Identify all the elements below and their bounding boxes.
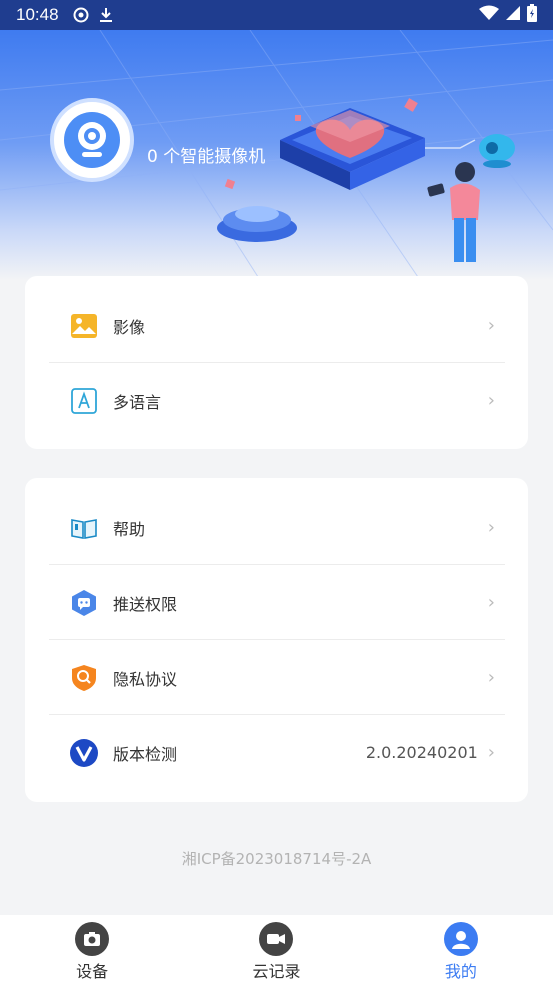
user-icon bbox=[443, 922, 478, 956]
language-icon bbox=[69, 386, 99, 416]
video-icon bbox=[259, 922, 294, 956]
help-book-icon bbox=[69, 513, 99, 543]
chevron-right-icon: › bbox=[487, 667, 495, 688]
menu-item-label: 多语言 bbox=[113, 392, 162, 412]
version-value: 2.0.20240201 bbox=[365, 743, 478, 762]
tab-label: 设备 bbox=[76, 962, 109, 981]
icp-license-text: 湘ICP备2023018714号-2A bbox=[181, 850, 372, 868]
avatar[interactable] bbox=[50, 98, 134, 182]
menu-item-label: 版本检测 bbox=[113, 744, 178, 764]
battery-icon bbox=[527, 3, 537, 27]
menu-item-version-check[interactable]: 版本检测 2.0.20240201 › bbox=[49, 715, 505, 790]
status-bar: 10:48 bbox=[0, 0, 553, 30]
menu-item-label: 推送权限 bbox=[113, 594, 178, 614]
status-time: 10:48 bbox=[16, 5, 59, 24]
menu-item-label: 隐私协议 bbox=[113, 669, 178, 689]
app-notification-icon bbox=[73, 7, 89, 23]
wifi-icon bbox=[479, 5, 499, 26]
signal-icon bbox=[505, 5, 521, 26]
image-icon bbox=[69, 311, 99, 341]
tab-devices[interactable]: 设备 bbox=[0, 915, 184, 984]
menu-item-image[interactable]: 影像 › bbox=[49, 288, 505, 363]
camera-icon bbox=[75, 922, 110, 956]
chevron-right-icon: › bbox=[487, 390, 495, 411]
menu-item-privacy[interactable]: 隐私协议 › bbox=[49, 640, 505, 715]
privacy-shield-icon bbox=[69, 663, 99, 693]
version-check-icon bbox=[69, 738, 99, 768]
menu-item-push-permission[interactable]: 推送权限 › bbox=[49, 565, 505, 640]
push-permission-icon bbox=[69, 588, 99, 618]
tab-cloud-records[interactable]: 云记录 bbox=[184, 915, 368, 984]
chevron-right-icon: › bbox=[487, 592, 495, 613]
tab-label: 云记录 bbox=[252, 962, 301, 981]
menu-item-language[interactable]: 多语言 › bbox=[49, 363, 505, 438]
menu-item-label: 帮助 bbox=[113, 519, 146, 539]
menu-card-settings: 帮助 › 推送权限 › 隐私协议 › 版本检测 2.0.20240201 › bbox=[25, 478, 528, 802]
camera-avatar-icon bbox=[64, 112, 120, 168]
menu-card-media: 影像 › 多语言 › bbox=[25, 276, 528, 449]
menu-item-label: 影像 bbox=[113, 317, 146, 337]
tab-mine[interactable]: 我的 bbox=[369, 915, 553, 984]
profile-name: 0 个智能摄像机 bbox=[147, 147, 266, 167]
chevron-right-icon: › bbox=[487, 742, 495, 763]
chevron-right-icon: › bbox=[487, 517, 495, 538]
download-icon bbox=[99, 7, 113, 23]
chevron-right-icon: › bbox=[487, 315, 495, 336]
tab-label: 我的 bbox=[444, 962, 477, 981]
profile-header: 0 个智能摄像机 bbox=[0, 30, 553, 280]
menu-item-help[interactable]: 帮助 › bbox=[49, 490, 505, 565]
bottom-navigation: 设备 云记录 我的 bbox=[0, 915, 553, 984]
